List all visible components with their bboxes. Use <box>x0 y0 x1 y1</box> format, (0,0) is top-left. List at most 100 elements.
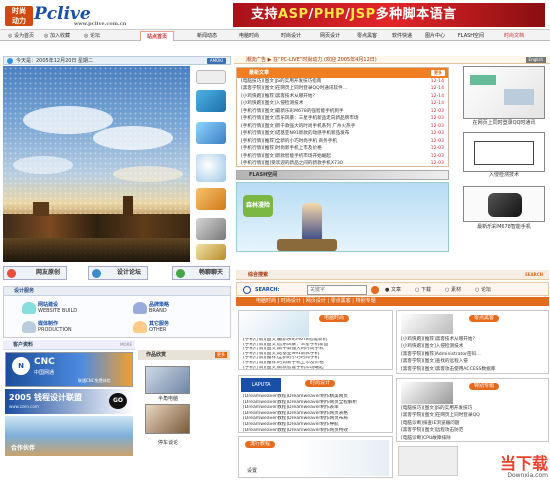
search-bar: SEARCH: ● 文章 ○ 下载 ○ 素材 ○ 论坛 <box>236 282 549 296</box>
small-promo-box[interactable] <box>398 446 458 476</box>
tab-pictures[interactable]: 图片中心 <box>418 31 452 41</box>
latest-news-item[interactable]: [手机行情][图]受欢迎的新品之间的新款手机X730 12-03 <box>237 160 448 167</box>
latest-news-item[interactable]: [小鸡快跑][图文]入侵检测技术 12-14 <box>237 100 448 107</box>
special-thumb[interactable] <box>401 382 453 404</box>
tab-news[interactable]: 新闻动态 <box>190 31 224 41</box>
news-list-item[interactable]: [黑客学院][图文]在网页上同时登录QQ <box>397 412 549 419</box>
search-option-forum[interactable]: ○ 论坛 <box>475 286 491 294</box>
forum-link[interactable]: ◎ 论坛 <box>84 32 100 41</box>
client-more-link[interactable]: MORE <box>120 342 132 347</box>
tab-hacker[interactable]: 零点黑客 <box>350 31 384 41</box>
fashion-design-pill[interactable]: 时尚设计 <box>305 380 336 387</box>
search-go-button[interactable] <box>371 286 379 294</box>
tab-fashion-design[interactable]: 时尚设计 <box>274 31 308 41</box>
search-option-material[interactable]: ○ 素材 <box>445 286 461 294</box>
set-homepage-link[interactable]: ◎ 设为首页 <box>8 32 34 41</box>
english-badge[interactable]: English <box>525 57 546 63</box>
news-list-item[interactable]: [黑客学院][图文]黑客攻击使用ACCESS数据库 <box>397 366 549 373</box>
news-list-item[interactable]: [电脑诊断]排查IE浏览器问题 <box>397 420 549 427</box>
hacker-thumb[interactable] <box>401 314 453 334</box>
news-list-item[interactable]: [小鸡快跑][图文]入侵检测技术 <box>397 343 549 350</box>
latest-news-item[interactable]: [手机行情][图文]诺基亚N91新款的动感手机新品发布 12-03 <box>237 130 448 137</box>
tab-web-design[interactable]: 网页设计 <box>313 31 347 41</box>
latest-news-item[interactable]: [黑客学院][图文]在网页上同时登录QQ时通讯软件… 12-14 <box>237 85 448 92</box>
settings-link[interactable]: 设置 <box>247 467 257 474</box>
nav-special[interactable]: 特别专题 <box>356 298 376 304</box>
sample-more-link[interactable]: 更多 <box>215 352 227 358</box>
tab-software[interactable]: 软件快递 <box>385 31 419 41</box>
latest-news-item[interactable]: [手机行情][图文]音乐风暴：三星手机新品走向新品牌市场 12-03 <box>237 115 448 122</box>
service-brand[interactable]: 品牌策略 BRAND <box>133 302 169 314</box>
special-pill[interactable]: 特别专题 <box>469 383 500 390</box>
tab-pc-fashion[interactable]: 电脑时尚 <box>232 31 266 41</box>
latest-news-item[interactable]: [手机行情][推荐]时尚新手机上市及价格 12-03 <box>237 145 448 152</box>
news-list-item[interactable]: [手机行情][图文]新款智能手机市场崛起 <box>239 366 393 371</box>
latest-news-item[interactable]: [电脑技巧][图文]JS的实用开发技巧指南 12-14 <box>237 78 448 85</box>
latest-news-item[interactable]: [手机行情][推荐]全新的小巧时尚手机 商务手机 12-03 <box>237 138 448 145</box>
latest-news-item[interactable]: [手机行情][图文]最新乐彩M678的强智能手机到手 12-03 <box>237 108 448 115</box>
service-other[interactable]: 其它服务 OTHER <box>133 321 169 333</box>
nav-pc-fashion[interactable]: 电脑时尚 <box>256 298 276 304</box>
tab-flash[interactable]: FLASH空间 <box>450 31 492 41</box>
pc-fashion-pill[interactable]: 电脑时尚 <box>319 315 350 322</box>
latest-news-item[interactable]: [手机行情][图文]新款智能手机市场开始崛起 12-03 <box>237 153 448 160</box>
search-box-icon[interactable] <box>196 70 226 84</box>
pc-fashion-thumb[interactable] <box>239 311 309 337</box>
paint-palette-icon[interactable] <box>196 188 226 210</box>
tutorial-pill[interactable]: 流行教程 <box>245 441 276 448</box>
tutorial-thumb[interactable] <box>299 440 389 476</box>
design-forum-button[interactable]: 设计论坛 <box>88 266 148 280</box>
nav-hacker[interactable]: 零点黑客 <box>331 298 351 304</box>
globe-icon[interactable] <box>196 154 226 182</box>
option-label: 论坛 <box>480 287 491 293</box>
news-list-item[interactable]: [Dreamweaver教程]Dreamweaver制作网页特效 <box>239 428 393 434</box>
logo-line-2: 动力 <box>12 17 26 25</box>
desktop-icon[interactable] <box>196 122 226 144</box>
latest-news-item[interactable]: [小鸡快跑][推荐]黑客技术从哪开始？ 12-14 <box>237 93 448 100</box>
header-banner-ad[interactable]: 支持ASP/PHP/JSP多种脚本语言 <box>233 3 545 27</box>
news-list-item[interactable]: [小鸡快跑][推荐]黑客技术从哪开始？ <box>397 336 549 343</box>
search-option-article[interactable]: ● 文章 <box>385 286 401 294</box>
intrusion-thumb[interactable] <box>463 132 545 172</box>
tab-home[interactable]: 站点首页 <box>140 31 174 41</box>
site-logo-mark[interactable]: 时尚 动力 <box>5 6 33 26</box>
sample-thumb-2[interactable] <box>145 404 190 434</box>
phone-thumb[interactable] <box>463 186 545 222</box>
user-original-button[interactable]: 网友原创 <box>3 266 67 280</box>
sample-thumb-1[interactable] <box>145 366 190 394</box>
service-web-build[interactable]: 网站建设 WEBSITE BUILD <box>22 302 77 314</box>
qq-article-thumb[interactable] <box>463 66 545 119</box>
search-input[interactable] <box>307 285 367 295</box>
news-list-item[interactable]: [电脑诊断]CPU故障排除 <box>397 435 549 442</box>
featured-city-photo[interactable] <box>3 66 190 262</box>
crystal-ball-icon[interactable] <box>196 90 226 112</box>
go-button[interactable]: GO <box>109 393 127 409</box>
qq-article-caption: 在网页上同时登录QQ时通讯 <box>472 120 536 126</box>
site-brand-logo[interactable]: Pclive www.pclive.com.cn <box>34 3 130 27</box>
design-league-ad[interactable]: 2005 钱程设计联盟 www.zzen.com GO <box>5 389 133 414</box>
hacker-pill[interactable]: 零点黑客 <box>469 315 500 322</box>
cnc-ad-banner[interactable]: N CNC 中国网通 联通CNC免费体验 <box>5 352 133 387</box>
pen-paper-icon[interactable] <box>196 244 226 260</box>
search-option-download[interactable]: ○ 下载 <box>415 286 431 294</box>
news-list-item[interactable]: [黑客学院][推荐]Administrator密码… <box>397 351 549 358</box>
chat-button[interactable]: 畅聊聊天 <box>172 266 230 280</box>
news-list-item[interactable]: [电脑技巧][图文]JS的实用开发技巧 <box>397 405 549 412</box>
design-service-title: 设计服务 <box>4 287 230 296</box>
news-list-item[interactable]: [黑客学院][图文]查找的远程入侵 <box>397 358 549 365</box>
cnc-note: 联通CNC免费体验 <box>78 378 111 383</box>
latest-news-more[interactable]: 更多 <box>431 70 445 76</box>
partner-banner[interactable]: 合作伙伴 <box>5 416 133 456</box>
news-list-item[interactable]: [黑客学院][图文]远程攻击防范 <box>397 427 549 434</box>
nav-web-design[interactable]: 网页设计 <box>306 298 326 304</box>
banner-php: PHP <box>313 7 346 22</box>
add-favorite-link[interactable]: ◎ 加入收藏 <box>44 32 70 41</box>
service-production[interactable]: 媒体制作 PRODUCTION <box>22 321 72 333</box>
nav-fashion-design[interactable]: 时尚设计 <box>281 298 301 304</box>
laputa-thumb[interactable]: LAPUTA <box>241 378 281 392</box>
flash-game-preview[interactable]: 森林漫险 <box>236 182 449 252</box>
brand-icon <box>133 302 147 314</box>
tab-docs[interactable]: 时尚文档 <box>497 31 531 41</box>
computer-icon[interactable] <box>196 218 226 240</box>
latest-news-item[interactable]: [手机行情][图文]新千款强大的时尚手机系列 广州火热手 12-03 <box>237 123 448 130</box>
